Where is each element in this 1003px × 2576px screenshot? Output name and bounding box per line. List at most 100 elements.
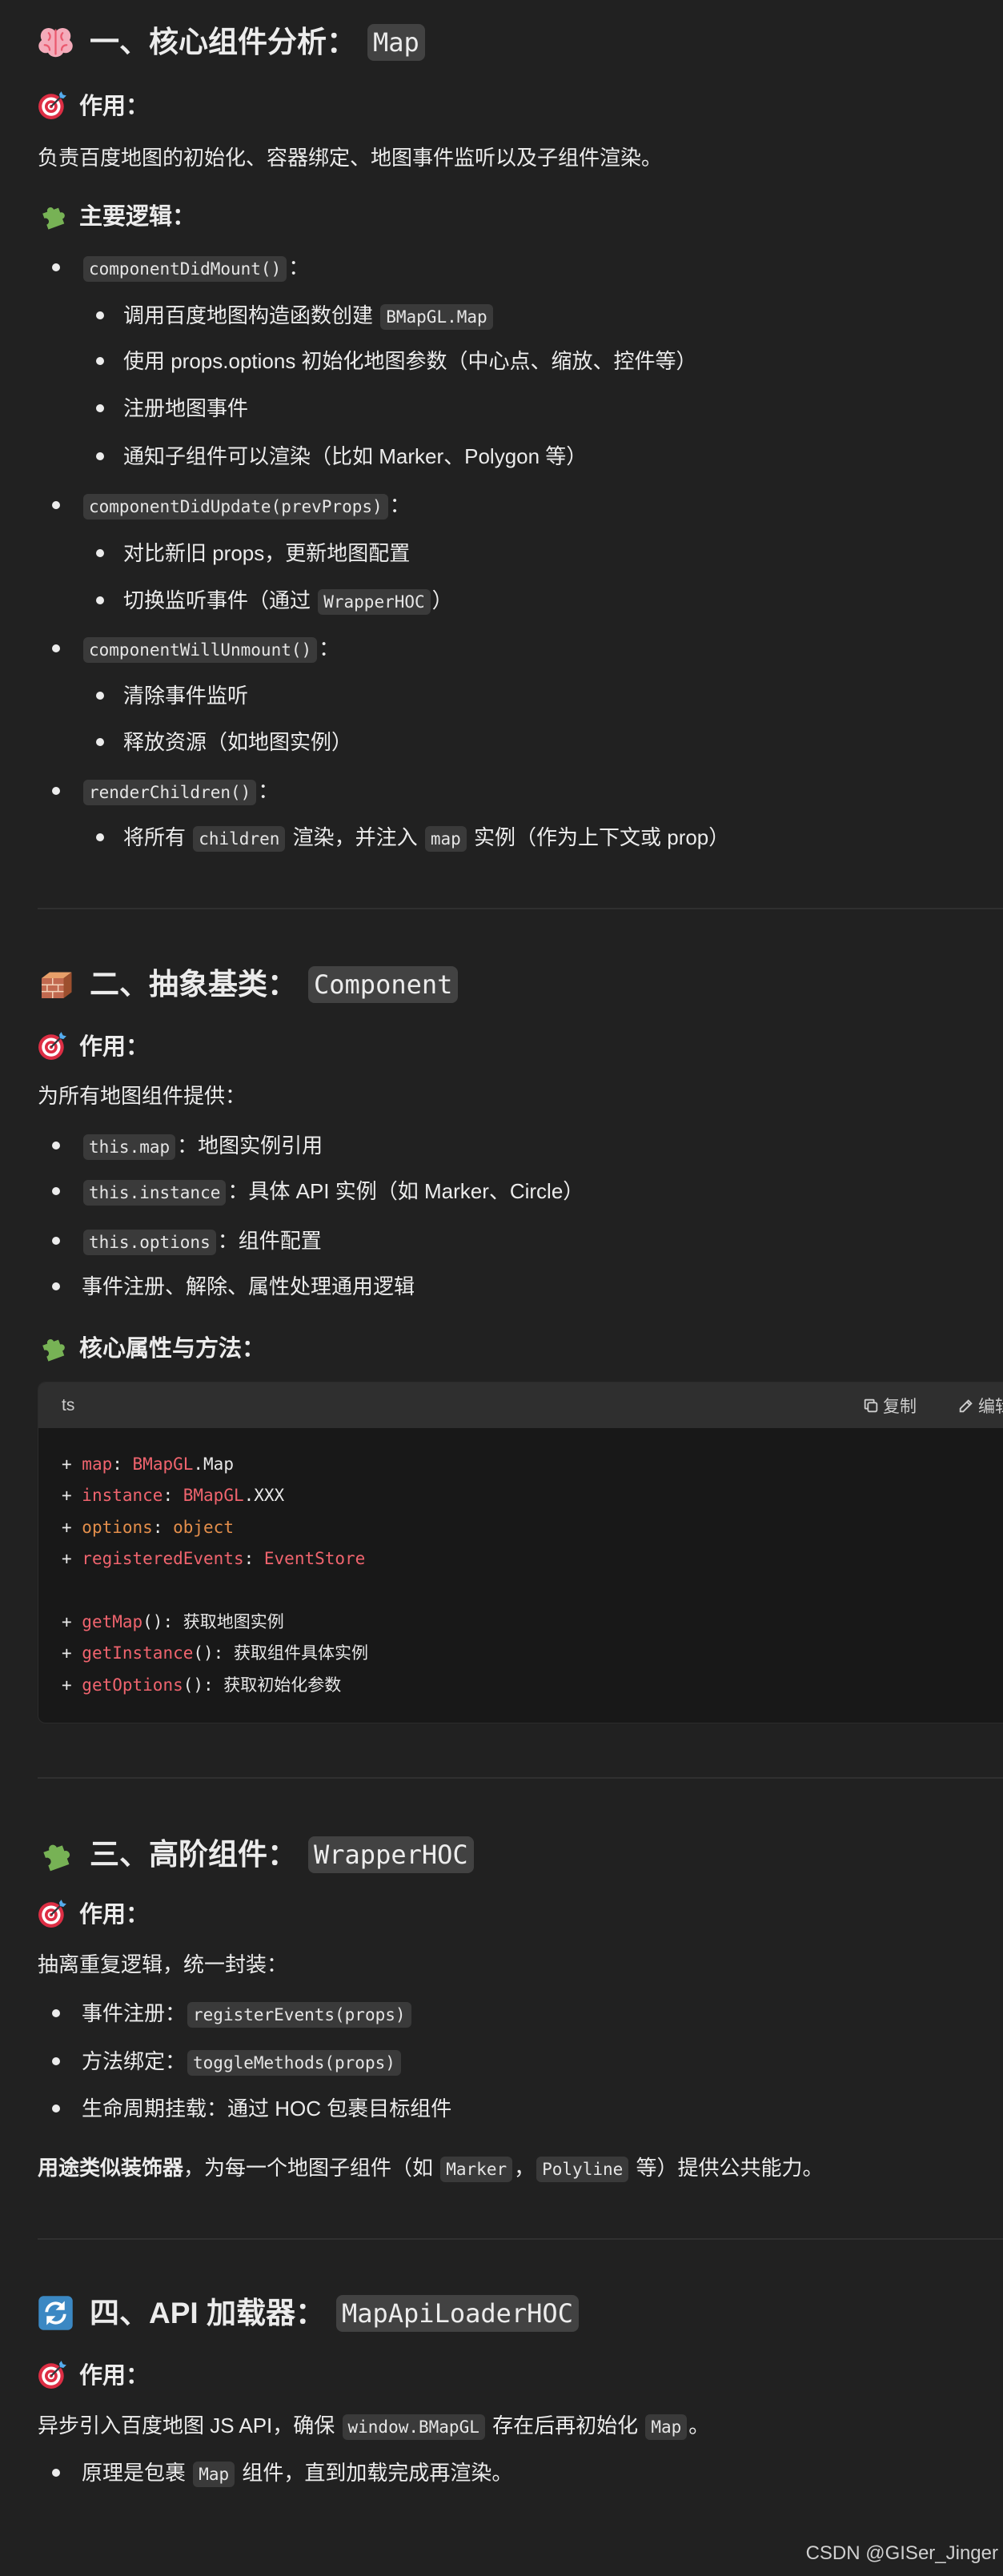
purpose-text: 异步引入百度地图 JS API，确保 window.BMapGL 存在后再初始化… [38, 2409, 709, 2442]
logic-title: 主要逻辑： [79, 204, 196, 230]
list-item-text: 原理是包裹 [82, 2461, 192, 2485]
list-item-text: 方法绑定： [82, 2049, 187, 2073]
purpose-title: 作用： [79, 94, 150, 119]
section-2-heading: 二、抽象基类： Component [38, 962, 459, 1007]
code-line: + map: BMapGL.Map [62, 1449, 1003, 1480]
code-token: (): 获取地图实例 [142, 1611, 284, 1631]
code-line: + getInstance(): 获取组件具体实例 [62, 1638, 1003, 1669]
code-language: ts [62, 1396, 75, 1414]
list-item: this.instance ：具体 API 实例（如 Marker、Circle） [51, 1175, 584, 1207]
list-item-text: 切换监听事件（通过 [123, 588, 317, 612]
heading-code: Component [308, 966, 459, 1004]
code-token: + [62, 1455, 82, 1474]
code-token: + [62, 1549, 82, 1569]
purpose-text: 抽离重复逻辑，统一封装： [38, 1952, 288, 1976]
purpose-text-part: 异步引入百度地图 JS API，确保 [38, 2413, 341, 2438]
divider [38, 1777, 1003, 1779]
inline-code: registerEvents(props) [187, 2002, 411, 2028]
heading-text: 二、抽象基类： [90, 968, 297, 1001]
inline-code: BMapGL.Map [380, 304, 493, 330]
section-4-heading: 四、API 加载器： MapApiLoaderHOC [38, 2291, 579, 2336]
purpose-title: 作用： [79, 2363, 150, 2389]
method-name: componentDidUpdate(prevProps) [83, 494, 388, 520]
purpose-heading: 作用： [38, 2358, 149, 2393]
list-item: 生命周期挂载：通过 HOC 包裹目标组件 [51, 2092, 451, 2125]
list-item-text: ： [389, 493, 411, 517]
code-token: + [62, 1675, 82, 1695]
list-item: renderChildren()： [51, 775, 279, 807]
copy-button[interactable]: 复制 [862, 1382, 917, 1428]
list-item-text: ） [431, 588, 453, 612]
code-block: ts 复制 编辑 + map: BMapGL.Map+ instance: BM… [38, 1382, 1003, 1723]
code-token: BMapGL [183, 1486, 244, 1506]
code-token: EventStore [263, 1549, 366, 1569]
code-token: : [162, 1486, 183, 1506]
code-line: + getOptions(): 获取初始化参数 [62, 1670, 1003, 1701]
code-token: + [62, 1611, 82, 1631]
code-token: (): 获取组件具体实例 [193, 1643, 368, 1663]
list-item: 切换监听事件（通过 WrapperHOC） [96, 584, 453, 616]
list-item: 将所有 children 渲染，并注入 map 实例（作为上下文或 prop） [95, 821, 730, 853]
purpose-text-part: 存在后再初始化 [486, 2413, 644, 2438]
purpose-text: 为所有地图组件提供： [38, 1084, 247, 1108]
code-token: getInstance [82, 1643, 194, 1663]
heading-code: Map [367, 24, 425, 62]
copy-label: 复制 [883, 1397, 917, 1416]
inline-code: window.BMapGL [342, 2414, 485, 2440]
members-title: 核心属性与方法： [79, 1336, 266, 1362]
inline-code: Map [193, 2462, 235, 2487]
code-token: + [62, 1517, 82, 1537]
logic-heading: 主要逻辑： [38, 199, 195, 235]
edit-label: 编辑 [978, 1397, 1003, 1416]
purpose-heading: 作用： [38, 1897, 149, 1932]
list-item: componentWillUnmount()： [51, 632, 339, 664]
heading-text: 三、高阶组件： [90, 1838, 297, 1871]
code-token: object [173, 1517, 234, 1537]
divider [38, 2238, 1003, 2240]
heading-code: WrapperHOC [308, 1836, 474, 1874]
puzzle-icon [38, 1836, 74, 1872]
list-item: this.map ：地图实例引用 [51, 1130, 323, 1162]
inline-code: Marker [440, 2157, 513, 2182]
section-3-heading: 三、高阶组件： WrapperHOC [38, 1832, 474, 1877]
code-token: options [82, 1517, 153, 1537]
method-name: componentWillUnmount() [83, 637, 318, 663]
list-item-text: ：组件配置 [217, 1229, 322, 1253]
note-text: ， [514, 2156, 536, 2180]
list-item-text: ：地图实例引用 [177, 1134, 323, 1158]
purpose-text-part: 。 [688, 2413, 710, 2438]
list-item: 事件注册： registerEvents(props) [52, 1997, 413, 2029]
method-name: renderChildren() [83, 780, 257, 805]
list-item: componentDidMount()： [51, 251, 309, 283]
edit-button[interactable]: 编辑 [957, 1382, 1003, 1428]
list-item: 通知子组件可以渲染（比如 Marker、Polygon 等） [95, 440, 587, 472]
code-token: : [243, 1549, 264, 1569]
code-token: instance [82, 1486, 163, 1506]
purpose-title: 作用： [79, 1034, 150, 1060]
purpose-heading: 作用： [38, 1029, 149, 1065]
list-item: 方法绑定： toggleMethods(props) [52, 2045, 403, 2077]
inline-code: children [193, 826, 286, 852]
code-token: getMap [82, 1611, 143, 1631]
target-icon [38, 1898, 68, 1928]
list-item-text: 将所有 [123, 825, 192, 849]
code-line: + options: object [62, 1512, 1003, 1543]
target-icon [38, 2359, 68, 2389]
divider [38, 908, 1003, 909]
list-item: 原理是包裹 Map 组件，直到加载完成再渲染。 [51, 2457, 513, 2489]
code-token: map [82, 1455, 113, 1474]
inline-code: this.map [83, 1134, 176, 1160]
code-token: registeredEvents [82, 1549, 244, 1569]
inline-code: WrapperHOC [318, 589, 431, 615]
list-item: 使用 props.options 初始化地图参数（中心点、缩放、控件等） [96, 345, 697, 377]
list-item-text: 实例（作为上下文或 prop） [467, 825, 730, 849]
section-1-heading: 一、核心组件分析： Map [38, 20, 425, 65]
code-block-body: + map: BMapGL.Map + instance: BMapGL.XXX +… [38, 1428, 1003, 1723]
list-item: 清除事件监听 [95, 680, 248, 712]
watermark: CSDN @GISer_Jinger [805, 2542, 998, 2564]
list-item-text: 组件，直到加载完成再渲染。 [236, 2461, 513, 2485]
code-block-header: ts 复制 编辑 [38, 1382, 1003, 1428]
target-icon [38, 90, 68, 120]
list-item-text: 事件注册： [82, 2001, 187, 2025]
